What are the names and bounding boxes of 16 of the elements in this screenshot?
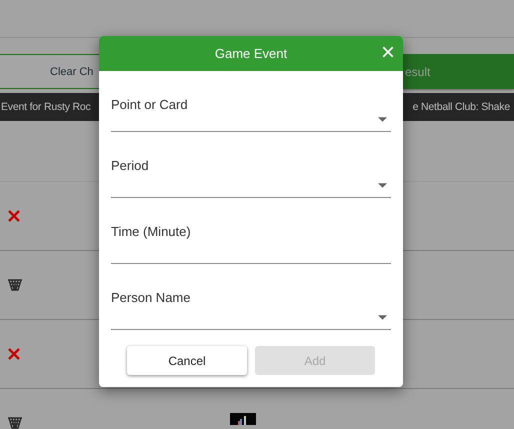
caret-icon: [378, 183, 387, 188]
input-field[interactable]: Time (Minute): [111, 198, 391, 264]
cross-icon: [8, 210, 20, 222]
cross-icon: [8, 348, 20, 360]
dialog-title: Game Event: [214, 46, 288, 61]
select-field[interactable]: Period: [111, 132, 391, 198]
dialog-button[interactable]: Cancel: [127, 346, 247, 375]
banner-text: e Netball Club: Shake: [412, 101, 511, 113]
select-field[interactable]: Point or Card: [111, 71, 391, 132]
banner-text: Event for Rusty Roc: [0, 101, 91, 113]
close-button[interactable]: ×: [378, 41, 397, 65]
caret-icon: [378, 315, 387, 320]
basketball-hoop-icon: [8, 417, 22, 429]
select-field[interactable]: Person Name: [111, 264, 391, 330]
basketball-hoop-icon: [8, 279, 22, 291]
caret-icon: [378, 117, 387, 122]
